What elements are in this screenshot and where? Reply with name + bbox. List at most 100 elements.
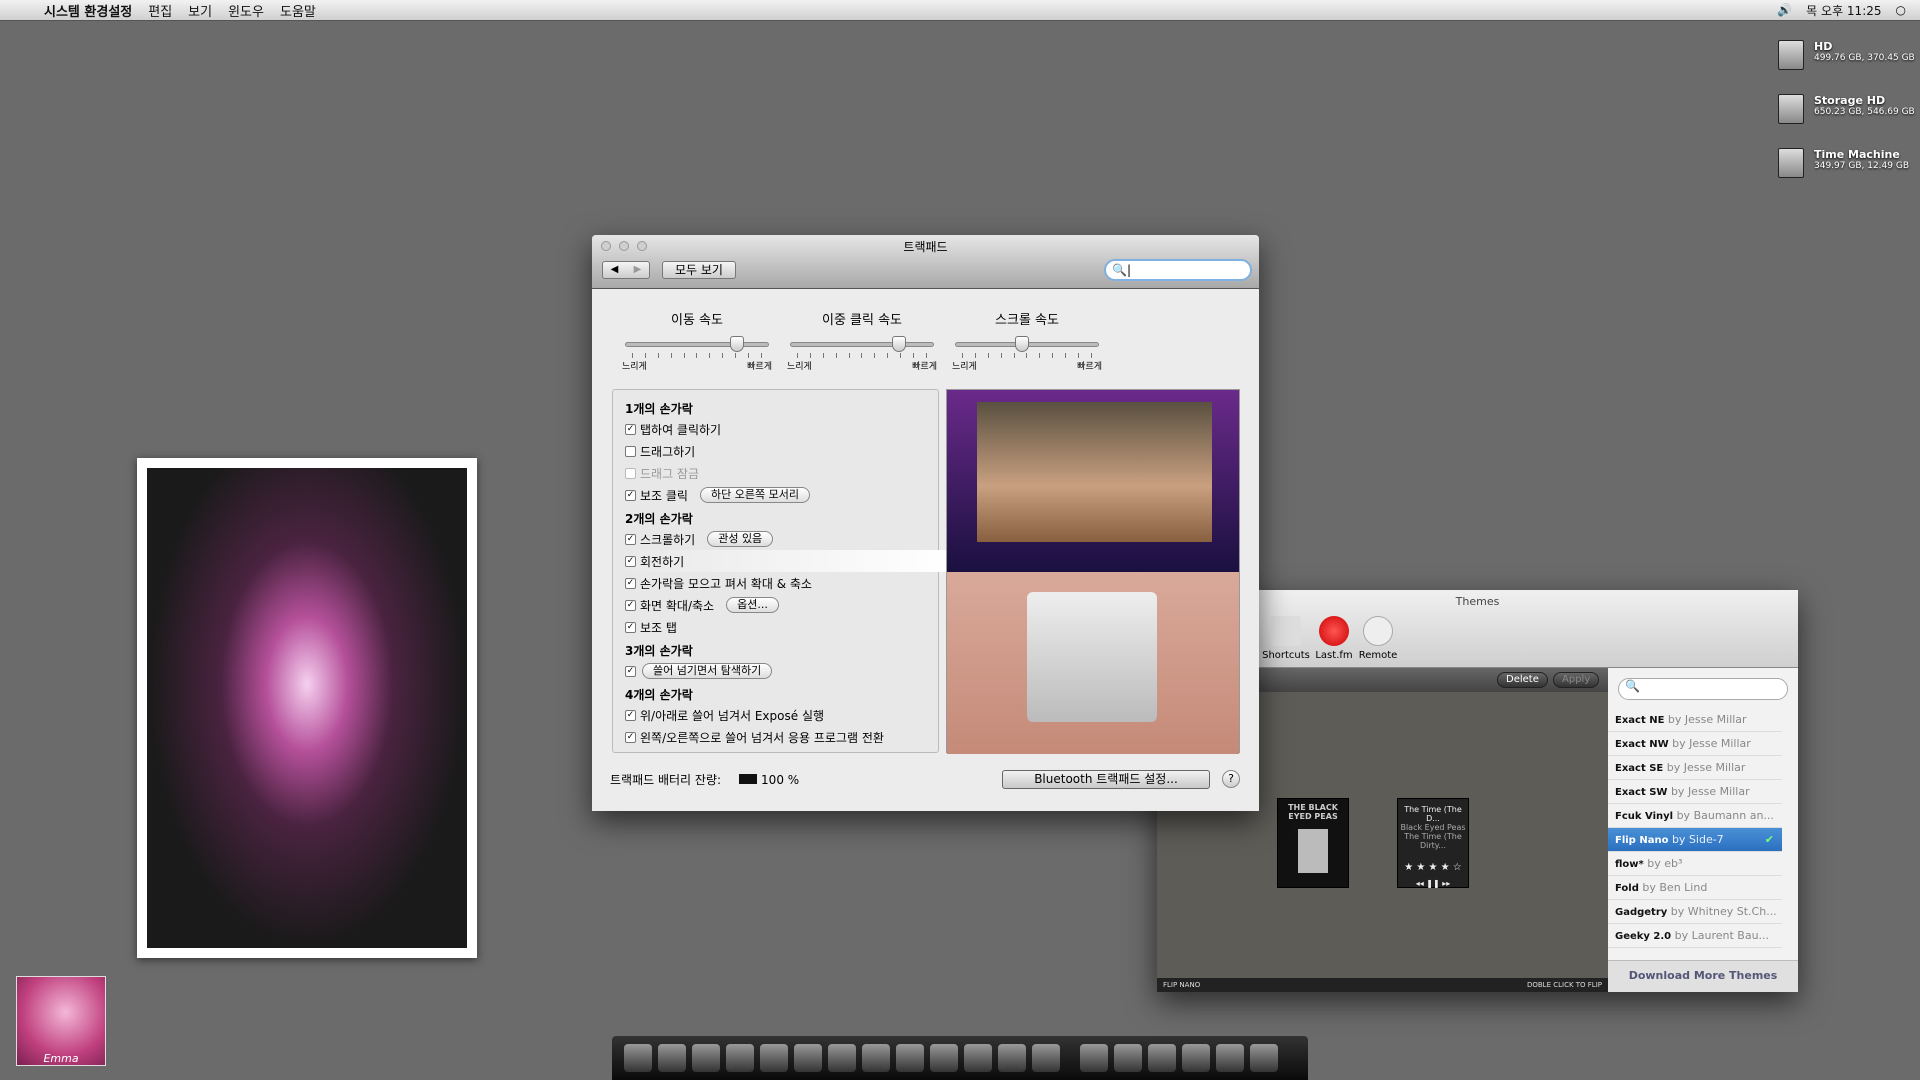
slider-knob[interactable] [892, 336, 907, 352]
desktop-poster [137, 458, 477, 958]
folder-icon[interactable] [1148, 1044, 1176, 1072]
drive-time-machine[interactable]: Time Machine 349.97 GB, 12.49 GB [1778, 148, 1909, 178]
trash-icon[interactable] [1250, 1044, 1278, 1072]
itunes-icon[interactable] [692, 1044, 720, 1072]
player-widget[interactable]: The Time (The D... Black Eyed Peas The T… [1397, 798, 1469, 888]
option-expose[interactable]: ✓ 위/아래로 쓸어 넘겨서 Exposé 실행 [625, 704, 926, 726]
slider-track[interactable] [625, 336, 769, 352]
theme-list-item[interactable]: Gadgetry by Whitney St.Ch... [1608, 900, 1782, 924]
hard-drive-icon [1778, 40, 1804, 70]
secondary-click-popup[interactable]: 하단 오른쪽 모서리 [699, 487, 810, 503]
tool-shortcuts[interactable]: Shortcuts [1261, 616, 1311, 661]
preview-icon[interactable] [896, 1044, 924, 1072]
desktop-icon[interactable] [1216, 1044, 1244, 1072]
scroll-popup[interactable]: 관성 있음 [707, 531, 774, 547]
drive-hd[interactable]: HD 499.76 GB, 370.45 GB [1778, 40, 1915, 70]
cowboy-icon[interactable] [998, 1044, 1026, 1072]
slider-track[interactable] [790, 336, 934, 352]
search-input[interactable]: 🔍| [1104, 259, 1252, 281]
camera-icon[interactable] [794, 1044, 822, 1072]
trackpad-image [1027, 592, 1157, 722]
video-icon[interactable] [828, 1044, 856, 1072]
gesture-options-panel: 1개의 손가락 ✓ 탭하여 클릭하기 드래그하기 드래그 잠금 ✓ 보조 클릭 하단 … [612, 389, 953, 753]
spotlight-icon[interactable]: ○ [1896, 3, 1906, 17]
menu-view[interactable]: 보기 [188, 1, 212, 20]
theme-search-input[interactable]: 🔍 [1618, 678, 1788, 700]
album-art-widget[interactable]: Emma [16, 976, 106, 1066]
hard-drive-icon [1778, 94, 1804, 124]
poster-image [147, 468, 467, 948]
slider-2[interactable]: 스크롤 속도 느리게 빠르게 [952, 309, 1102, 372]
tool-remote[interactable]: Remote [1353, 616, 1403, 661]
option-screen-zoom[interactable]: ✓ 화면 확대/축소 옵션... [625, 594, 926, 616]
watch-icon [1298, 829, 1328, 873]
rating-stars[interactable]: ★ ★ ★ ★ ☆ [1398, 862, 1468, 873]
menu-help[interactable]: 도움말 [280, 1, 316, 20]
swipe-popup[interactable]: 쓸어 넘기면서 탐색하기 [642, 663, 773, 679]
theme-list-item[interactable]: Fcuk Vinyl by Baumann an... [1608, 804, 1782, 828]
finder-icon[interactable] [624, 1044, 652, 1072]
slider-0[interactable]: 이동 속도 느리게 빠르게 [622, 309, 772, 372]
option-rotate[interactable]: ✓ 회전하기 [613, 550, 953, 572]
help-button[interactable]: ? [1222, 770, 1240, 788]
hard-drive-icon [1778, 148, 1804, 178]
slider-label: 스크롤 속도 [995, 313, 1059, 328]
trackpad-prefs-window: 트랙패드 ◀ ▶ 모두 보기 🔍| 이동 속도 느리게 빠르게 이중 클릭 속도 느리… [592, 235, 1259, 811]
theme-list-item[interactable]: Geeky 2.0 by Laurent Bau... [1608, 924, 1782, 948]
candy-icon[interactable] [658, 1044, 686, 1072]
option-secondary-tap[interactable]: ✓ 보조 탭 [625, 616, 926, 638]
slider-knob[interactable] [730, 336, 744, 352]
option-app-switch[interactable]: ✓ 왼쪽/오른쪽으로 쓸어 넘겨서 응용 프로그램 전환 [625, 726, 926, 748]
bluetooth-settings-button[interactable]: Bluetooth 트랙패드 설정... [1002, 770, 1210, 789]
theme-list-item[interactable]: flow* by eb³ [1608, 852, 1782, 876]
option-pinch[interactable]: ✓ 손가락을 모으고 펴서 확대 & 축소 [625, 572, 926, 594]
desktop-icon[interactable] [1182, 1044, 1210, 1072]
back-button[interactable]: ◀ [603, 262, 626, 278]
system-prefs-icon[interactable] [1032, 1044, 1060, 1072]
option-dragging[interactable]: 드래그하기 [625, 440, 926, 462]
menu-edit[interactable]: 편집 [148, 1, 172, 20]
record-icon [1319, 616, 1349, 646]
album-cover-widget[interactable]: THE BLACK EYED PEAS [1277, 798, 1349, 888]
battery-icon [739, 773, 758, 784]
drive-storage[interactable]: Storage HD 650.23 GB, 546.69 GB [1778, 94, 1915, 124]
safari-icon[interactable] [760, 1044, 788, 1072]
checkmark-icon: ✔ [1764, 833, 1774, 846]
slider-1[interactable]: 이중 클릭 속도 느리게 빠르게 [787, 309, 937, 372]
battery-label: 트랙패드 배터리 잔량: [610, 773, 722, 787]
theme-list-item[interactable]: Exact SE by Jesse Millar [1608, 756, 1782, 780]
download-more-themes-button[interactable]: Download More Themes [1608, 960, 1798, 992]
volume-icon[interactable]: 🔊 [1777, 3, 1792, 17]
search-icon: 🔍 [1112, 263, 1127, 277]
tool-label: Remote [1358, 650, 1398, 661]
theme-list-item[interactable]: Flip Nano by Side-7 ✔ [1608, 828, 1782, 852]
theme-list-item[interactable]: Exact NE by Jesse Millar [1608, 708, 1782, 732]
apply-button[interactable]: Apply [1553, 672, 1600, 688]
delete-button[interactable]: Delete [1497, 672, 1548, 688]
menu-window[interactable]: 윈도우 [228, 1, 264, 20]
theme-list-item[interactable]: Fold by Ben Lind [1608, 876, 1782, 900]
show-all-button[interactable]: 모두 보기 [662, 261, 736, 279]
cowboy-folder-icon[interactable] [1080, 1044, 1108, 1072]
forward-button[interactable]: ▶ [626, 262, 649, 278]
clock[interactable]: 목 오후 11:25 [1806, 2, 1881, 19]
zoom-options-button[interactable]: 옵션... [726, 597, 779, 613]
run-dmc-icon[interactable] [930, 1044, 958, 1072]
remote-icon [1363, 616, 1393, 646]
playback-controls[interactable]: ◂◂ ❚❚ ▸▸ [1398, 879, 1468, 888]
option-secondary-click[interactable]: ✓ 보조 클릭 하단 오른쪽 모서리 [625, 484, 926, 506]
tool-lastfm[interactable]: Last.fm [1309, 616, 1359, 661]
theme-list: 🔍 Exact NE by Jesse Millar Exact NW by Je… [1608, 668, 1798, 992]
photo-icon[interactable] [964, 1044, 992, 1072]
menu-app[interactable]: 시스템 환경설정 [44, 1, 132, 20]
theme-list-item[interactable]: Exact NW by Jesse Millar [1608, 732, 1782, 756]
folder-icon[interactable] [1114, 1044, 1142, 1072]
firefox-icon[interactable] [862, 1044, 890, 1072]
slider-track[interactable] [955, 336, 1099, 352]
slider-knob[interactable] [1014, 336, 1029, 352]
option-scrolling[interactable]: ✓ 스크롤하기 관성 있음 [625, 528, 926, 550]
option-tap-to-click[interactable]: ✓ 탭하여 클릭하기 [625, 418, 926, 440]
theme-list-item[interactable]: Exact SW by Jesse Millar [1608, 780, 1782, 804]
truck-icon[interactable] [726, 1044, 754, 1072]
option-three-finger-swipe[interactable]: ✓ 쓸어 넘기면서 탐색하기 [625, 660, 926, 682]
